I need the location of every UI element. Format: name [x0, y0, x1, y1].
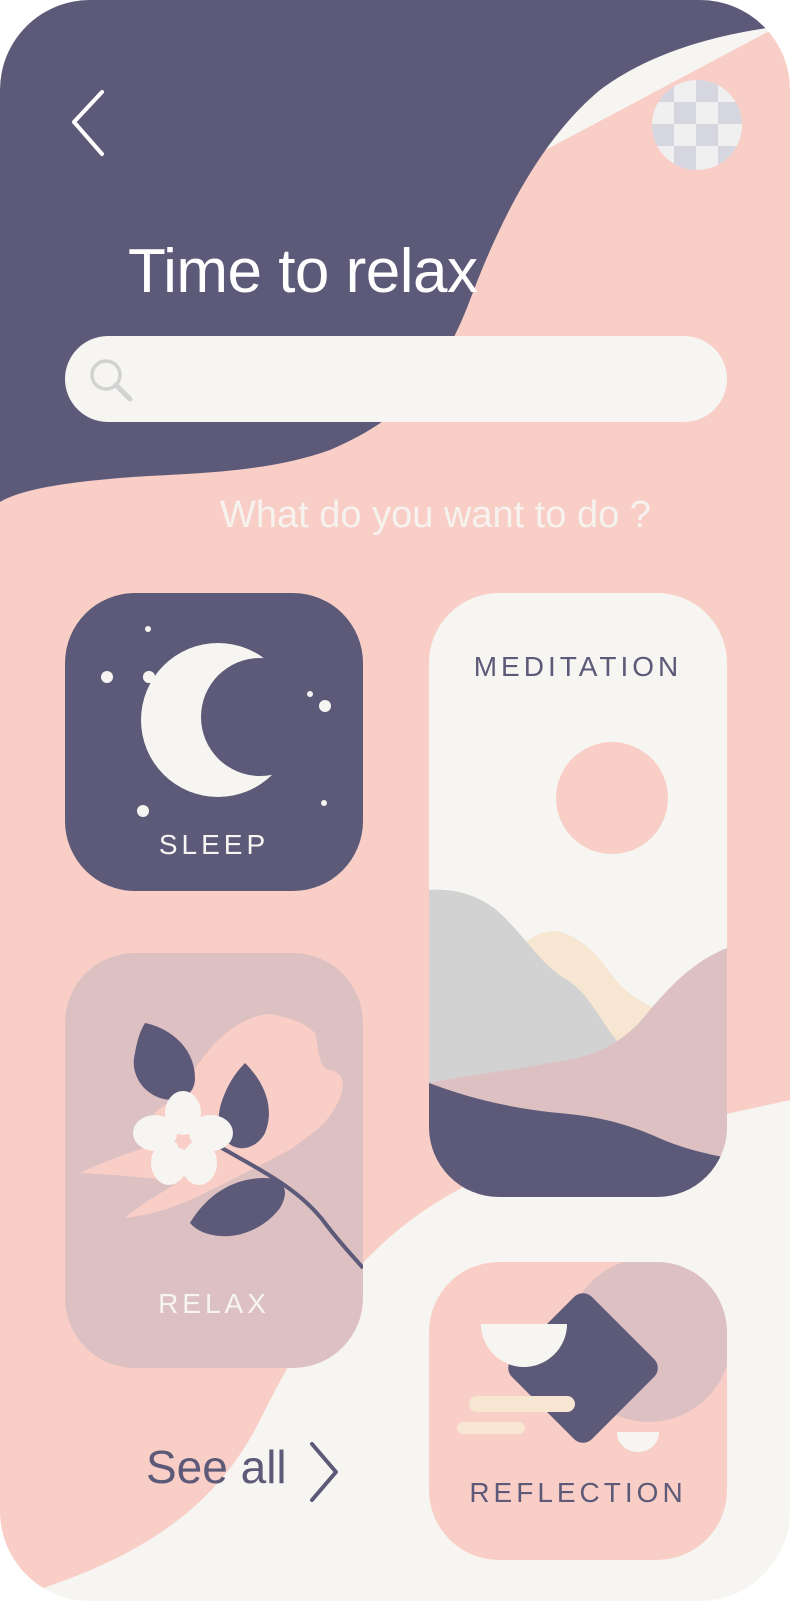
category-card-meditation[interactable]: MEDITATION	[429, 593, 727, 1197]
sun-mountains-icon	[429, 742, 727, 1197]
section-prompt: What do you want to do ?	[220, 494, 651, 536]
category-card-sleep[interactable]: SLEEP	[65, 593, 363, 891]
avatar[interactable]	[652, 80, 742, 170]
card-label-reflection: REFLECTION	[469, 1477, 687, 1508]
chevron-left-icon	[72, 90, 104, 156]
back-button[interactable]	[62, 82, 118, 162]
search-bar[interactable]	[65, 336, 727, 424]
card-label-relax: RELAX	[158, 1288, 270, 1319]
search-icon	[90, 359, 133, 402]
card-label-sleep: SLEEP	[158, 829, 270, 860]
app-screen: Time to relax What do you want to do ? S…	[0, 0, 790, 1601]
diamond-bowl-icon	[457, 1262, 727, 1452]
see-all-label: See all	[146, 1441, 287, 1493]
bowl-small	[617, 1432, 659, 1452]
page-title: Time to relax	[128, 237, 478, 306]
card-label-meditation: MEDITATION	[473, 651, 683, 682]
avatar-image	[652, 80, 742, 170]
category-card-reflection[interactable]: REFLECTION	[429, 1262, 727, 1560]
see-all-button[interactable]: See all	[146, 1440, 346, 1520]
search-input[interactable]	[151, 336, 705, 424]
chevron-right-icon	[310, 1442, 338, 1502]
sand-bar-long	[469, 1396, 575, 1412]
leaf-top	[133, 1023, 195, 1100]
sand-bar-short	[457, 1422, 525, 1434]
category-card-relax[interactable]: RELAX	[65, 953, 363, 1368]
